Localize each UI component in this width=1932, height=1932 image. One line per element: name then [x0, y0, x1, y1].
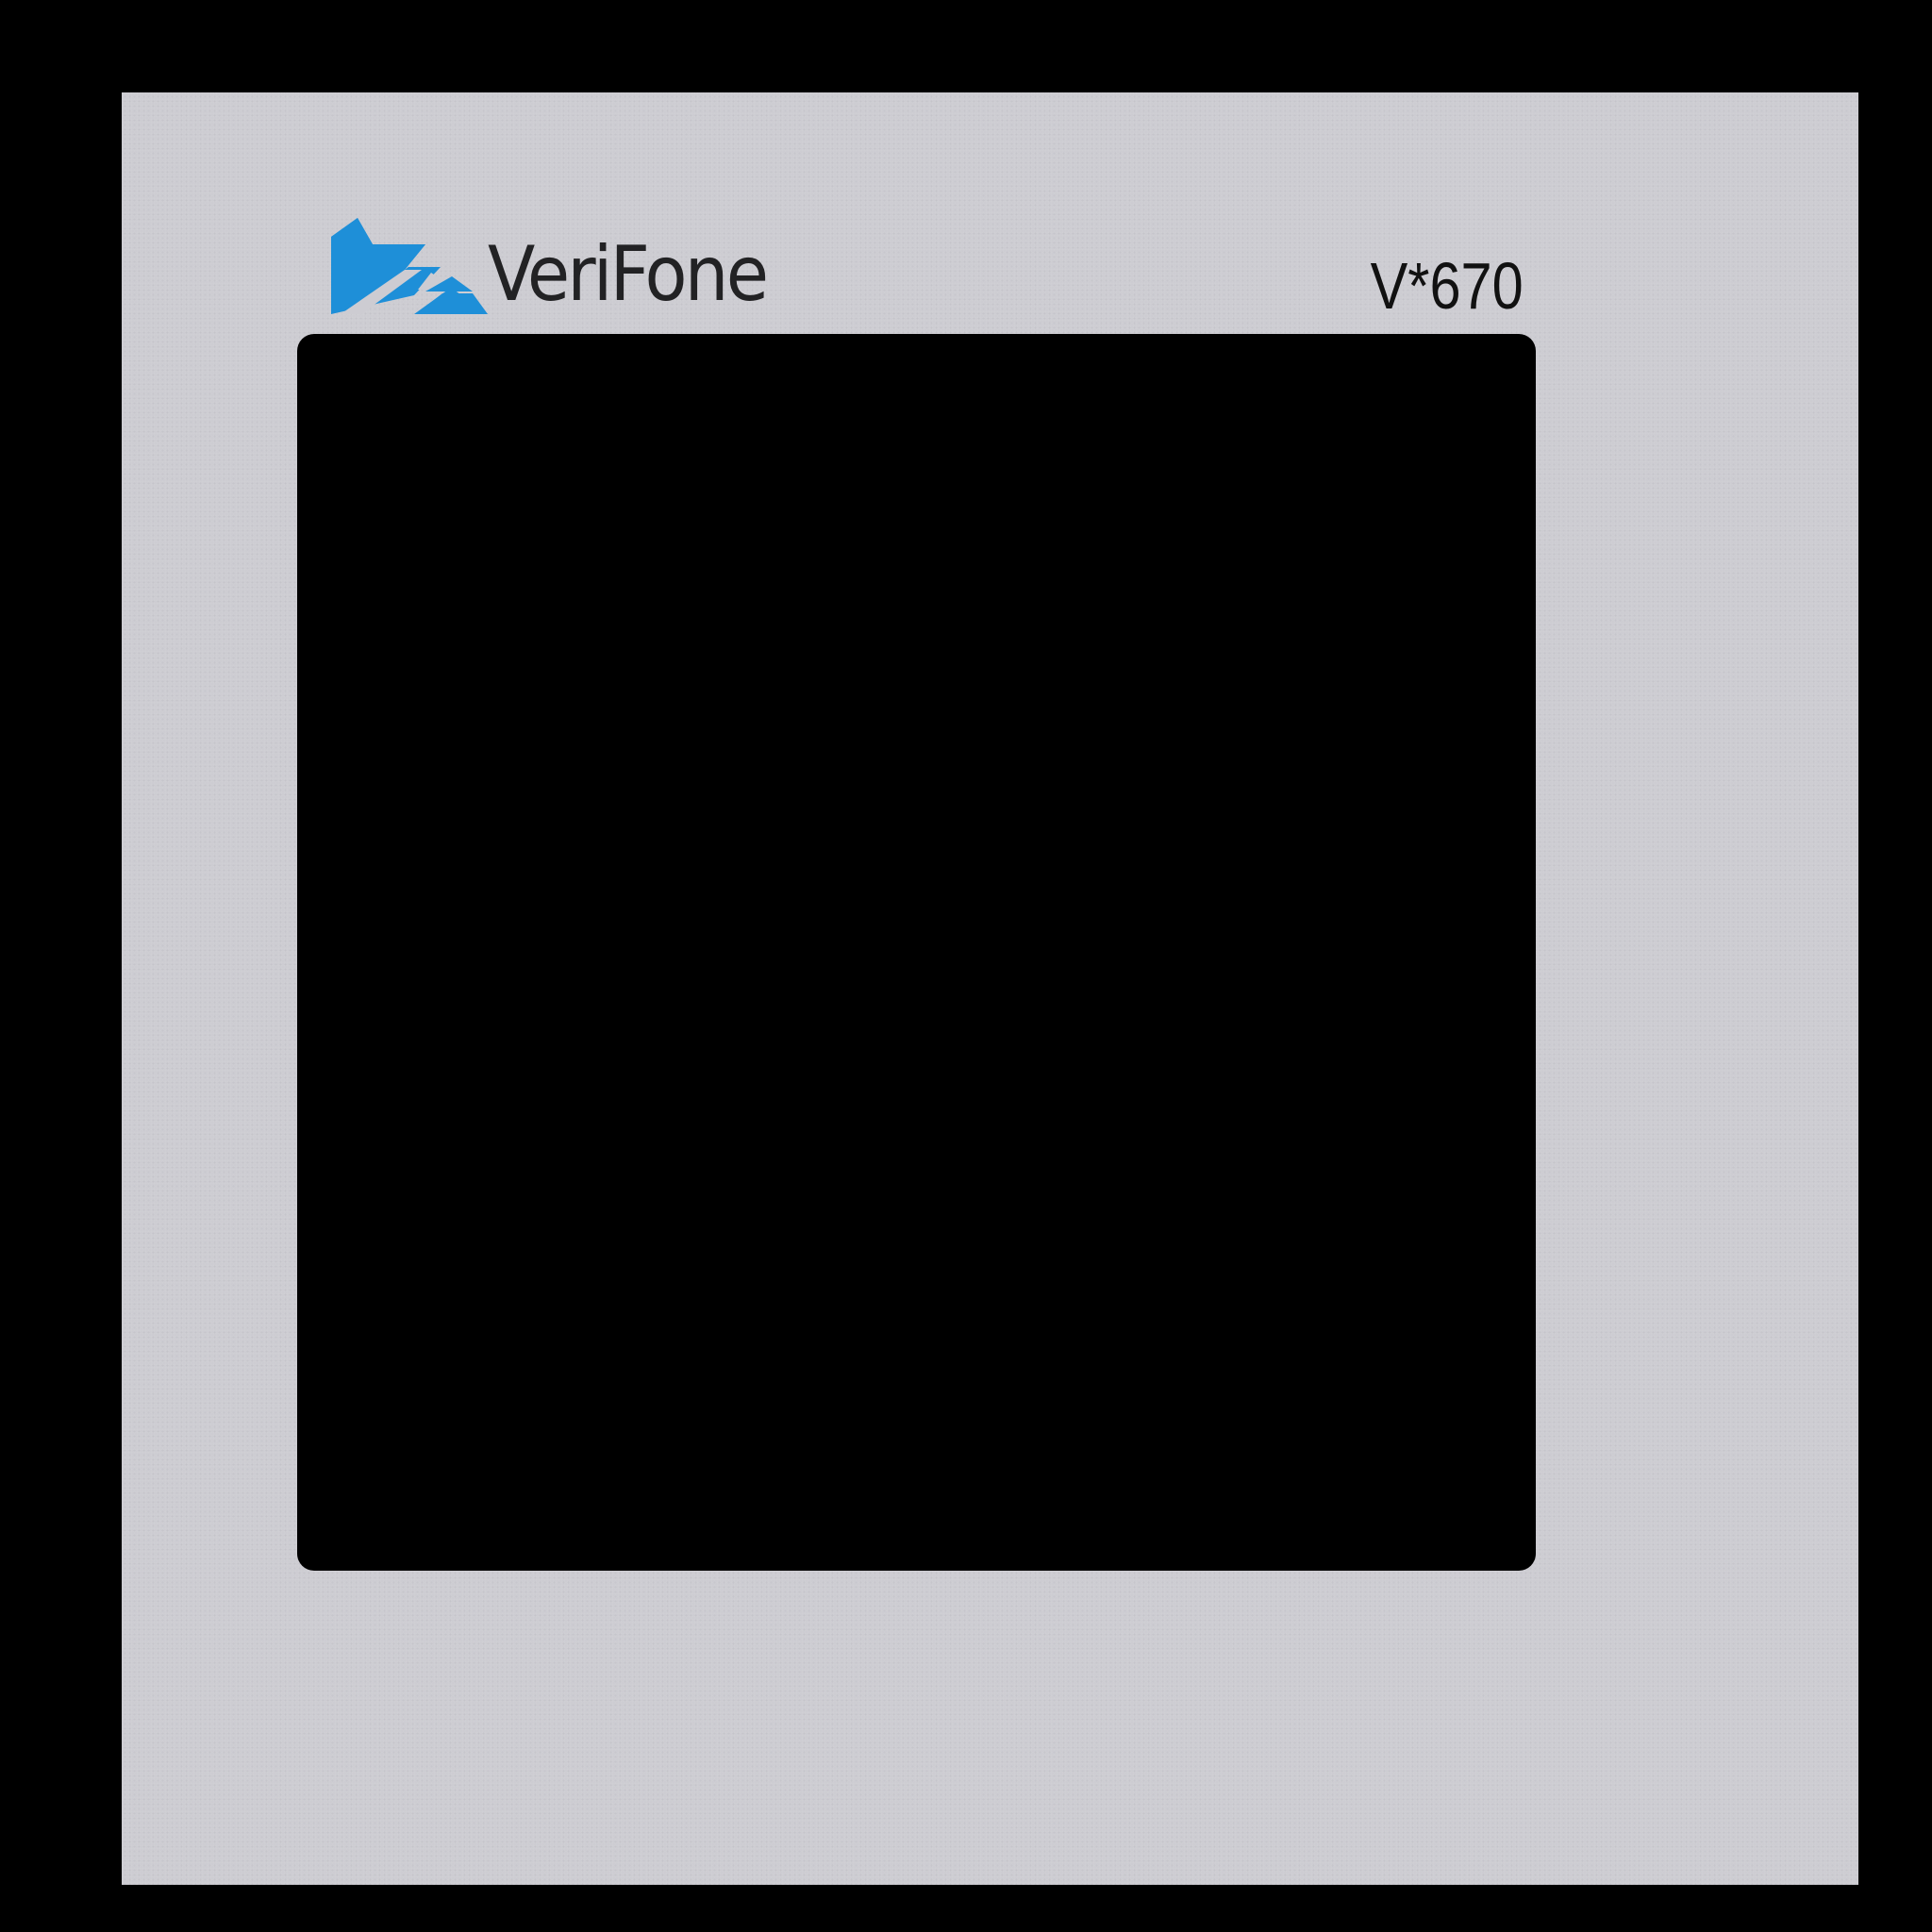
model-label: V*670	[1370, 249, 1524, 323]
verifone-logo-icon	[331, 218, 488, 314]
brand-name: VeriFone	[488, 230, 769, 318]
device-faceplate: VeriFone V*670	[122, 92, 1858, 1885]
display-screen[interactable]	[297, 334, 1536, 1571]
verifone-logo: VeriFone	[331, 215, 791, 314]
